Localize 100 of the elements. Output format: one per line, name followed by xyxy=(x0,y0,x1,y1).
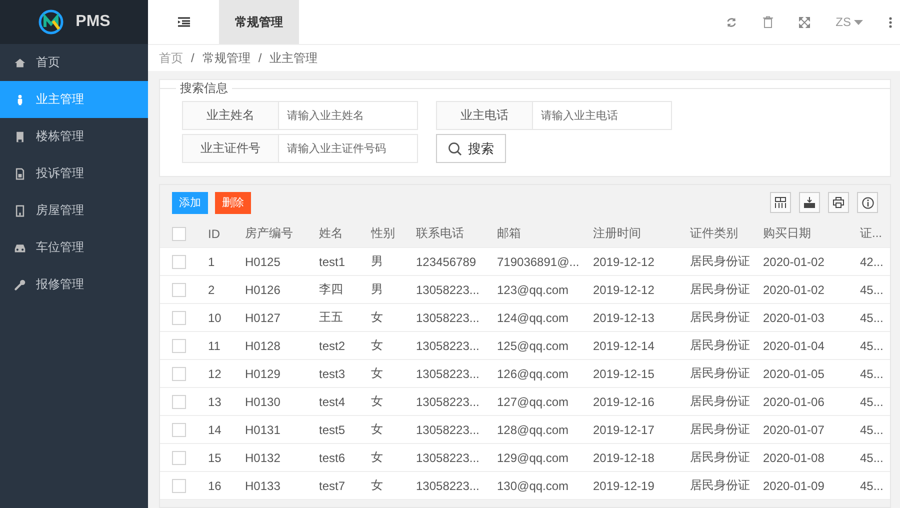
table-cell: 2020-01-03 xyxy=(763,304,860,332)
column-header[interactable]: ID xyxy=(208,220,245,248)
table-cell: 126@qq.com xyxy=(497,360,593,388)
column-header[interactable]: 房产编号 xyxy=(245,220,319,248)
table-cell: H0125 xyxy=(245,248,319,276)
home-icon xyxy=(14,56,26,68)
refresh-icon[interactable] xyxy=(726,16,737,28)
select-all-checkbox[interactable] xyxy=(172,226,186,240)
column-header[interactable]: 性别 xyxy=(371,220,416,248)
search-field[interactable]: 请输入业主姓名 xyxy=(279,101,418,130)
search-icon xyxy=(448,142,462,156)
export-button[interactable] xyxy=(799,192,820,213)
export-icon xyxy=(804,197,815,208)
column-header[interactable]: 邮箱 xyxy=(497,220,593,248)
user-menu[interactable]: ZS xyxy=(836,15,863,29)
table-cell: H0129 xyxy=(245,360,319,388)
table-cell: 124@qq.com xyxy=(497,304,593,332)
delete-button[interactable]: 删除 xyxy=(215,192,251,214)
table-cell: 2019-12-16 xyxy=(593,388,690,416)
info-button[interactable] xyxy=(857,192,878,213)
sidebar-item[interactable]: 业主管理 xyxy=(0,81,148,118)
table-cell: 2020-01-09 xyxy=(763,472,860,500)
table-cell: H0133 xyxy=(245,472,319,500)
sidebar-item[interactable]: 房屋管理 xyxy=(0,192,148,229)
column-header[interactable]: 购买日期 xyxy=(763,220,860,248)
table-cell: H0126 xyxy=(245,276,319,304)
table-cell: 13058223... xyxy=(416,276,497,304)
table-cell: 45... xyxy=(860,388,890,416)
table-cell: 13058223... xyxy=(416,304,497,332)
column-header[interactable]: 注册时间 xyxy=(593,220,690,248)
row-checkbox[interactable] xyxy=(172,478,186,492)
column-header[interactable]: 证件类别 xyxy=(690,220,763,248)
menu-icon[interactable] xyxy=(178,17,190,27)
car-icon xyxy=(14,242,26,254)
table-cell: 居民身份证 xyxy=(690,472,763,500)
column-header[interactable]: 联系电话 xyxy=(416,220,497,248)
table-cell: test3 xyxy=(319,360,371,388)
row-checkbox[interactable] xyxy=(172,254,186,268)
field-label: 业主姓名 xyxy=(182,101,279,130)
table-cell: test6 xyxy=(319,444,371,472)
breadcrumb-link[interactable]: 首页 xyxy=(159,50,183,66)
brand-name: PMS xyxy=(76,13,110,31)
table-cell: H0131 xyxy=(245,416,319,444)
table-cell: 女 xyxy=(371,472,416,500)
nav-tab[interactable]: 常规管理 xyxy=(219,0,299,44)
table-cell: 12 xyxy=(208,360,245,388)
table-cell: 2020-01-04 xyxy=(763,332,860,360)
print-button[interactable] xyxy=(828,192,849,213)
row-checkbox[interactable] xyxy=(172,310,186,324)
trash-icon[interactable] xyxy=(762,16,773,28)
table-cell: 15 xyxy=(208,444,245,472)
table-cell: 13058223... xyxy=(416,444,497,472)
table-cell: 居民身份证 xyxy=(690,360,763,388)
table-cell: 129@qq.com xyxy=(497,444,593,472)
sidebar-item[interactable]: 车位管理 xyxy=(0,229,148,266)
info-icon xyxy=(862,196,874,208)
table-cell: 李四 xyxy=(319,276,371,304)
row-checkbox[interactable] xyxy=(172,366,186,380)
search-field[interactable]: 请输入业主电话 xyxy=(533,101,672,130)
search-field[interactable]: 请输入业主证件号码 xyxy=(279,134,418,163)
column-header[interactable]: 证... xyxy=(860,220,890,248)
table-cell: 128@qq.com xyxy=(497,416,593,444)
search-button[interactable]: 搜索 xyxy=(436,134,506,163)
row-checkbox[interactable] xyxy=(172,282,186,296)
sidebar-item[interactable]: 投诉管理 xyxy=(0,155,148,192)
table-cell: 123456789 xyxy=(416,248,497,276)
table-cell: 45... xyxy=(860,276,890,304)
columns-button[interactable] xyxy=(770,192,791,213)
table-cell: H0127 xyxy=(245,304,319,332)
table-cell: 2019-12-19 xyxy=(593,472,690,500)
row-checkbox[interactable] xyxy=(172,450,186,464)
table-cell: 女 xyxy=(371,332,416,360)
row-checkbox[interactable] xyxy=(172,338,186,352)
table-cell: 1 xyxy=(208,248,245,276)
sidebar-item[interactable]: 报修管理 xyxy=(0,266,148,303)
grid-icon xyxy=(775,197,786,208)
row-checkbox[interactable] xyxy=(172,394,186,408)
row-checkbox[interactable] xyxy=(172,422,186,436)
table-cell: test7 xyxy=(319,472,371,500)
table-cell: 45... xyxy=(860,472,890,500)
add-button[interactable]: 添加 xyxy=(172,192,208,214)
table-cell: 2019-12-18 xyxy=(593,444,690,472)
sidebar-item[interactable]: 首页 xyxy=(0,44,148,81)
table-cell: 13058223... xyxy=(416,332,497,360)
table-cell: 11 xyxy=(208,332,245,360)
table-cell: 2020-01-02 xyxy=(763,276,860,304)
table-cell: 2019-12-12 xyxy=(593,248,690,276)
sidebar-item[interactable]: 楼栋管理 xyxy=(0,118,148,155)
table-cell: 2020-01-06 xyxy=(763,388,860,416)
fullscreen-icon[interactable] xyxy=(798,16,810,28)
breadcrumb-link[interactable]: 业主管理 xyxy=(270,50,318,66)
breadcrumb-link[interactable]: 常规管理 xyxy=(202,50,250,66)
table-cell: 2019-12-12 xyxy=(593,276,690,304)
table-cell: 居民身份证 xyxy=(690,332,763,360)
table-cell: 2 xyxy=(208,276,245,304)
table-cell: 居民身份证 xyxy=(690,388,763,416)
column-header[interactable]: 姓名 xyxy=(319,220,371,248)
more-icon[interactable] xyxy=(889,16,892,28)
table-cell: 居民身份证 xyxy=(690,416,763,444)
table-cell: 王五 xyxy=(319,304,371,332)
